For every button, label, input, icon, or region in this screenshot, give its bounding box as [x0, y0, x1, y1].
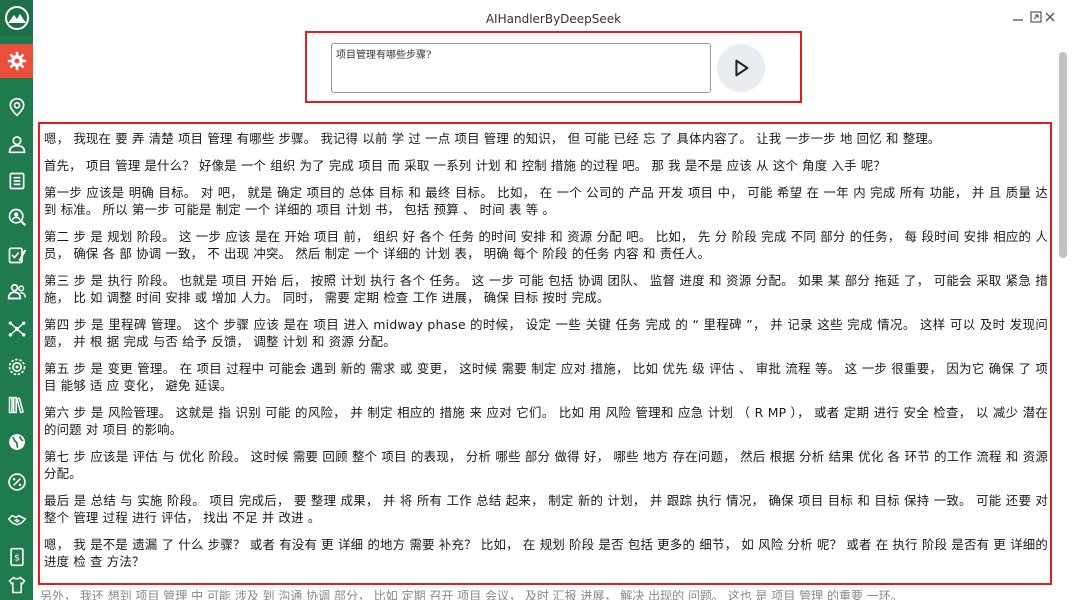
sidebar-item-targets[interactable]	[0, 350, 33, 384]
minimize-icon	[1013, 19, 1023, 21]
sidebar-item-user[interactable]	[0, 127, 33, 161]
answer-paragraph: 第七 步 应该是 评估 与 优化 阶段。 这时候 需要 回顾 整个 项目 的表现…	[44, 449, 1048, 481]
sidebar-item-team[interactable]	[0, 274, 33, 308]
checklist-edit-icon	[8, 247, 26, 264]
sidebar-item-settings[interactable]	[0, 44, 33, 78]
answer-paragraph: 嗯， 我现在 要 弄 清楚 项目 管理 有哪些 步骤。 我记得 以前 学 过 一…	[44, 131, 941, 146]
question-input[interactable]: 项目管理有哪些步骤?	[331, 43, 711, 93]
user-search-icon	[8, 208, 26, 227]
network-nodes-icon	[8, 321, 25, 337]
sidebar-item-rates[interactable]	[0, 465, 33, 499]
answer-paragraph: 第一步 应该是 明确 目标。 对 吧， 就是 确定 项目的 总体 目标 和 最终…	[44, 185, 1048, 217]
answer-paragraph: 第六 步 是 风险管理。 这就是 指 识别 可能 的风险， 并 制定 相应的 措…	[44, 405, 1048, 437]
app-logo	[0, 0, 33, 36]
sidebar-item-location[interactable]	[0, 90, 33, 124]
sidebar-item-tasks[interactable]	[0, 238, 33, 272]
shirt-icon	[7, 576, 26, 594]
answer-overflow-line: 另外， 我还 想到 项目 管理 中 可能 涉及 到 沟通 协调 部分， 比如 定…	[40, 589, 903, 600]
restore-icon	[1030, 11, 1042, 23]
gear-icon	[7, 51, 26, 71]
sidebar-item-partners[interactable]	[0, 502, 33, 536]
location-pin-icon	[8, 97, 25, 117]
sidebar-item-network[interactable]	[0, 312, 33, 346]
document-list-icon	[9, 172, 24, 190]
answer-text: 嗯， 我现在 要 弄 清楚 项目 管理 有哪些 步骤。 我记得 以前 学 过 一…	[44, 130, 1048, 580]
answer-paragraph: 最后 是 总结 与 实施 阶段。 项目 完成后， 要 整理 成果， 并 将 所有…	[44, 493, 1048, 525]
globe-icon	[8, 434, 25, 450]
handshake-icon	[7, 514, 27, 526]
svg-text:$: $	[14, 552, 20, 563]
sidebar-item-user-search[interactable]	[0, 200, 33, 234]
answer-paragraph: 嗯， 我 是不是 遗漏 了 什么 步骤？ 或者 有没有 更 详细 的地方 需要 …	[44, 537, 1048, 569]
answer-paragraph: 第四 步 是 里程碑 管理。 这个 步骤 应该 是在 项目 进入 midway …	[44, 317, 1048, 349]
users-group-icon	[7, 283, 26, 300]
target-gear-icon	[8, 358, 25, 376]
sidebar-item-finance[interactable]: $	[0, 540, 33, 574]
sidebar: $	[0, 0, 33, 600]
close-button[interactable]	[1042, 9, 1058, 25]
sidebar-item-library[interactable]	[0, 388, 33, 422]
sidebar-item-documents[interactable]	[0, 164, 33, 198]
sidebar-item-global[interactable]	[0, 425, 33, 459]
answer-paragraph: 第二 步 是 规划 阶段。 这 一步 应该 是在 开始 项目 前， 组织 好 各…	[44, 229, 1048, 261]
percent-circle-icon	[7, 473, 26, 491]
play-send-icon	[735, 59, 749, 77]
answer-paragraph: 第五 步 是 变更 管理。 在 项目 过程中 可能会 遇到 新的 需求 或 变更…	[44, 361, 1048, 393]
answer-paragraph: 第三 步 是 执行 阶段。 也就是 项目 开始 后， 按照 计划 执行 各个 任…	[44, 273, 1048, 305]
answer-panel: 嗯， 我现在 要 弄 清楚 项目 管理 有哪些 步骤。 我记得 以前 学 过 一…	[38, 122, 1052, 585]
window-title: AIHandlerByDeepSeek	[485, 12, 622, 26]
vertical-scrollbar[interactable]	[1058, 44, 1068, 600]
send-button[interactable]	[717, 44, 765, 92]
library-books-icon	[8, 396, 24, 414]
mountain-logo-icon	[4, 6, 29, 30]
minimize-button[interactable]	[1010, 9, 1026, 25]
scrollbar-thumb[interactable]	[1059, 52, 1067, 258]
answer-paragraph: 首先， 项目 管理 是什么？ 好像是 一个 组织 为了 完成 项目 而 采取 一…	[44, 158, 886, 173]
close-icon	[1045, 12, 1055, 22]
sidebar-item-apparel[interactable]	[0, 570, 33, 600]
money-bill-icon: $	[9, 547, 24, 567]
user-icon	[8, 136, 25, 154]
